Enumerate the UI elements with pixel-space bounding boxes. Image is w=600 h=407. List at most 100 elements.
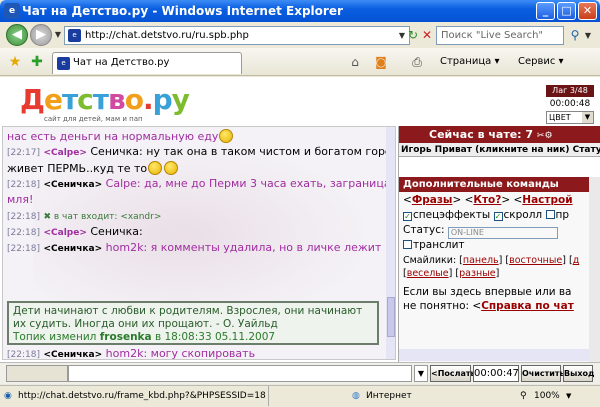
smiles-fun-link[interactable]: веселые bbox=[407, 268, 449, 279]
chat-message: [22:18] <Сеничка> hom2k: я комменты удал… bbox=[7, 241, 381, 256]
effects-checkbox[interactable]: ✓ bbox=[403, 212, 412, 221]
status-label: Статус: bbox=[403, 224, 445, 236]
logo-letter: р bbox=[152, 83, 173, 116]
scroll-label: скролл bbox=[503, 209, 543, 221]
history-dropdown-icon[interactable]: ▼ bbox=[52, 26, 64, 43]
message-timestamp: [22:18] bbox=[7, 228, 40, 238]
zoom-icon[interactable]: ⚲ bbox=[520, 386, 527, 406]
status-zone: Интернет bbox=[366, 391, 412, 401]
help-link[interactable]: Справка по чат bbox=[481, 300, 574, 312]
exit-button[interactable]: Выход bbox=[563, 365, 594, 382]
add-favorites-icon[interactable]: ✚ bbox=[28, 53, 46, 71]
chat-message: [22:17] <Calpe> Сеничка: ну так она в та… bbox=[7, 145, 395, 160]
users-count: Сейчас в чате: 7 bbox=[429, 128, 534, 141]
stop-icon[interactable]: ✕ bbox=[418, 26, 436, 44]
who-link[interactable]: Кто? bbox=[473, 194, 501, 206]
recipient-select[interactable]: ▼ bbox=[414, 365, 428, 382]
translit-checkbox[interactable] bbox=[403, 240, 412, 249]
smiles-misc-link[interactable]: разные bbox=[459, 268, 495, 279]
message-timestamp: [22:18] bbox=[7, 350, 40, 360]
home-icon[interactable]: ⌂ bbox=[346, 53, 364, 71]
smiles-oriental-link[interactable]: восточные bbox=[509, 255, 562, 266]
page-menu[interactable]: Страница ▾ bbox=[440, 54, 499, 70]
chat-message: живет ПЕРМЬ..куд те то bbox=[7, 161, 179, 176]
logo-letter: с bbox=[77, 83, 94, 116]
message-nick[interactable]: <Сеничка> bbox=[43, 244, 102, 254]
user-row[interactable]: Игорь Приват (кликните на ник) Статус bbox=[399, 143, 600, 157]
print-icon[interactable]: ⎙ bbox=[408, 53, 426, 71]
input-bar: ▼ <Послать 00:00:47 Очистить Выход bbox=[0, 362, 600, 384]
chat-message: нас есть деньги на нормальную еду bbox=[7, 129, 234, 144]
zoom-dropdown-icon[interactable]: ▼ bbox=[566, 386, 571, 406]
search-dropdown-icon[interactable]: ▼ bbox=[582, 27, 594, 44]
users-list bbox=[399, 157, 600, 177]
url-text: http://chat.detstvo.ru/ru.spb.php bbox=[85, 30, 249, 41]
message-text: hom2k: могу скопировать bbox=[105, 347, 256, 360]
topic-line: Топик изменил frosenka в 18:08:33 05.11.… bbox=[13, 331, 275, 344]
smiles-more-link[interactable]: д bbox=[573, 255, 580, 266]
chat-message: [22:18] ✖ в чат входит: <xandr> bbox=[7, 209, 161, 224]
close-button[interactable]: ✕ bbox=[578, 2, 597, 20]
search-input[interactable]: Поиск "Live Search" bbox=[436, 26, 564, 45]
phrases-link[interactable]: Фразы bbox=[412, 194, 453, 206]
chat-message: [22:18] <Сеничка> hom2k: могу скопироват… bbox=[7, 347, 256, 360]
ie-icon: e bbox=[4, 3, 20, 19]
message-text: hom2k: я комменты удалила, но в личке ле… bbox=[105, 241, 382, 254]
send-button[interactable]: <Послать bbox=[430, 365, 476, 382]
pr-label: пр bbox=[555, 209, 570, 221]
tab-favicon: e bbox=[57, 57, 70, 70]
message-input[interactable] bbox=[68, 365, 412, 382]
scroll-checkbox[interactable]: ✓ bbox=[493, 212, 503, 221]
nick-field[interactable] bbox=[6, 365, 68, 382]
back-button[interactable]: ◀ bbox=[6, 24, 28, 46]
topic-nick: frosenka bbox=[99, 331, 152, 343]
smiley-icon bbox=[219, 129, 234, 143]
message-timestamp: [22:18] bbox=[7, 244, 40, 254]
message-text: живет ПЕРМЬ..куд те то bbox=[7, 162, 148, 175]
message-text: Calpe: да, мне до Перми 3 часа ехать, за… bbox=[105, 177, 391, 190]
message-nick[interactable]: <Сеничка> bbox=[43, 350, 102, 359]
clear-button[interactable]: Очистить bbox=[521, 365, 565, 382]
globe-icon: ◍ bbox=[352, 391, 360, 401]
maximize-button[interactable]: □ bbox=[557, 2, 576, 20]
message-nick[interactable]: <Calpe> bbox=[43, 228, 86, 238]
logo-letter: . bbox=[142, 83, 154, 116]
status-input[interactable]: ON-LINE bbox=[447, 227, 558, 239]
logo-subtitle: сайт для детей, мам и пап bbox=[44, 115, 143, 123]
logo-letter: т bbox=[92, 83, 109, 116]
color-select-label: ЦВЕТ bbox=[549, 113, 571, 122]
forward-button[interactable]: ▶ bbox=[30, 24, 52, 46]
message-nick[interactable]: <Сеничка> bbox=[43, 180, 102, 190]
right-scrollbar[interactable] bbox=[589, 177, 600, 362]
color-select[interactable]: ЦВЕТ ▼ bbox=[546, 111, 594, 124]
status-row: Статус: ON-LINE bbox=[403, 224, 558, 239]
pr-checkbox[interactable] bbox=[545, 210, 555, 219]
smiles-panel-link[interactable]: панель bbox=[463, 255, 499, 266]
logo-letter: т bbox=[61, 83, 78, 116]
url-field[interactable]: e http://chat.detstvo.ru/ru.spb.php bbox=[64, 26, 410, 45]
page-content: Детство.ру сайт для детей, мам и пап Лаг… bbox=[0, 77, 600, 362]
favorites-star-icon[interactable]: ★ bbox=[6, 53, 24, 71]
user-row-text: Игорь Приват (кликните на ник) Статус bbox=[401, 145, 600, 155]
smiles-row: Смайлики: [панель] [восточные] [д bbox=[403, 255, 580, 266]
logo-letter: в bbox=[108, 83, 126, 116]
chat-scrollbar[interactable] bbox=[386, 127, 395, 359]
options-row: ✓ спецэффекты ✓ скролл пр bbox=[403, 209, 569, 222]
effects-label: спецэффекты bbox=[413, 209, 491, 221]
logo-letter: о bbox=[124, 83, 144, 116]
right-panel: Сейчас в чате: 7 ✂⚙ Игорь Приват (кликни… bbox=[398, 126, 600, 362]
quote-text: Дети начинают с любви к родителям. Взрос… bbox=[13, 305, 363, 330]
feeds-icon[interactable]: ◙ bbox=[372, 53, 390, 71]
minimize-button[interactable]: _ bbox=[536, 2, 555, 20]
topic-prefix: Топик изменил bbox=[13, 331, 100, 343]
settings-link[interactable]: Настрой bbox=[522, 194, 572, 206]
message-nick[interactable]: <Calpe> bbox=[43, 148, 86, 158]
service-menu[interactable]: Сервис ▾ bbox=[518, 54, 564, 70]
right-hscrollbar[interactable] bbox=[399, 349, 589, 361]
scrollbar-thumb[interactable] bbox=[387, 297, 395, 337]
message-text: ✖ в чат входит: <xandr> bbox=[43, 212, 162, 222]
users-header: Сейчас в чате: 7 ✂⚙ bbox=[399, 126, 600, 143]
site-logo[interactable]: Детство.ру bbox=[20, 83, 190, 116]
status-zoom[interactable]: 100% bbox=[534, 386, 560, 406]
tab-chat[interactable]: e Чат на Детство.ру bbox=[52, 52, 242, 74]
